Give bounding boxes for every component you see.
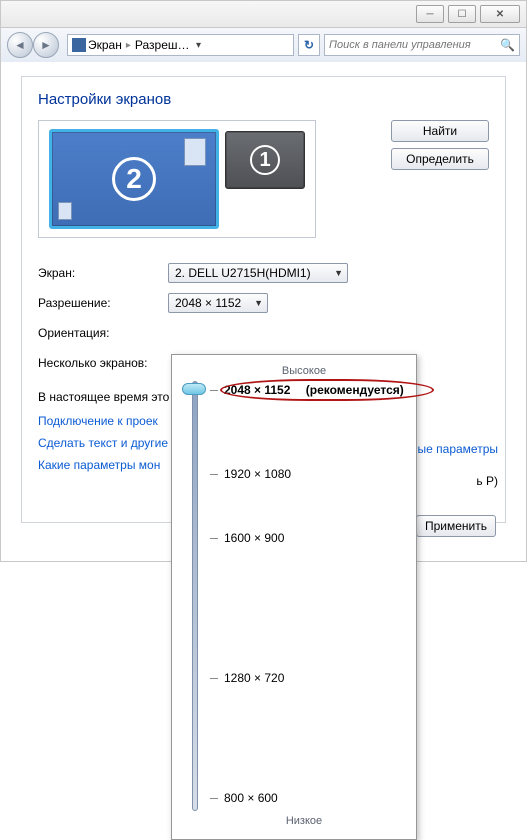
monitor-2[interactable]: 2 — [49, 129, 219, 229]
window-thumbnail-icon — [184, 138, 206, 166]
monitor-number: 2 — [112, 157, 156, 201]
display-combo[interactable]: 2. DELL U2715H(HDMI1) ▼ — [168, 263, 348, 283]
refresh-icon: ↻ — [304, 38, 314, 52]
window-titlebar: ─ ☐ ✕ — [0, 0, 527, 28]
maximize-button[interactable]: ☐ — [448, 5, 476, 23]
display-value: 2. DELL U2715H(HDMI1) — [175, 266, 311, 280]
resolution-option-recommended[interactable]: 2048 × 1152 (рекомендуется) — [210, 383, 404, 397]
window-thumbnail-icon — [58, 202, 72, 220]
slider-top-label: Высокое — [200, 365, 408, 377]
find-button[interactable]: Найти — [391, 120, 489, 142]
breadcrumb-item[interactable]: Экран — [88, 38, 122, 52]
monitor-1[interactable]: 1 — [225, 131, 305, 189]
chevron-down-icon: ▼ — [334, 268, 343, 278]
slider-bottom-label: Низкое — [200, 815, 408, 827]
orientation-label: Ориентация: — [38, 326, 168, 340]
chevron-right-icon: ▸ — [124, 40, 133, 51]
breadcrumb[interactable]: Экран ▸ Разреш… ▾ — [67, 34, 294, 56]
chevron-down-icon: ▼ — [254, 298, 263, 308]
detect-button[interactable]: Определить — [391, 148, 489, 170]
forward-icon: ► — [40, 38, 52, 52]
forward-button[interactable]: ► — [33, 32, 59, 58]
close-button[interactable]: ✕ — [480, 5, 520, 23]
close-icon: ✕ — [496, 9, 504, 20]
resolution-dropdown-popup: Высокое 2048 × 1152 (рекомендуется) 1920… — [171, 354, 417, 840]
minimize-button[interactable]: ─ — [416, 5, 444, 23]
apply-button[interactable]: Применить — [416, 515, 496, 537]
breadcrumb-dropdown[interactable]: ▾ — [192, 40, 206, 51]
search-box[interactable]: 🔍 — [324, 34, 520, 56]
breadcrumb-item[interactable]: Разреш… — [135, 38, 190, 52]
slider-thumb[interactable] — [182, 383, 206, 395]
search-input[interactable] — [329, 39, 500, 51]
refresh-button[interactable]: ↻ — [298, 34, 320, 56]
search-icon: 🔍 — [500, 38, 515, 52]
back-button[interactable]: ◄ — [7, 32, 33, 58]
resolution-option[interactable]: 800 × 600 — [210, 791, 278, 805]
multiple-displays-label: Несколько экранов: — [38, 356, 168, 370]
monitor-number: 1 — [250, 145, 280, 175]
location-icon — [72, 38, 86, 52]
maximize-icon: ☐ — [458, 9, 467, 20]
resolution-slider[interactable] — [180, 381, 210, 811]
resolution-option[interactable]: 1280 × 720 — [210, 671, 284, 685]
resolution-value: 2048 × 1152 — [175, 296, 241, 310]
display-label: Экран: — [38, 266, 168, 280]
window-body: Настройки экранов 2 1 Найти Определить Э… — [0, 62, 527, 562]
text-fragment: ь P) — [476, 474, 498, 488]
monitor-preview[interactable]: 2 1 — [38, 120, 316, 238]
minimize-icon: ─ — [426, 9, 433, 20]
resolution-label: Разрешение: — [38, 296, 168, 310]
resolution-options: 2048 × 1152 (рекомендуется) 1920 × 1080 … — [210, 381, 408, 811]
back-icon: ◄ — [14, 38, 26, 52]
resolution-option[interactable]: 1920 × 1080 — [210, 467, 291, 481]
explorer-toolbar: ◄ ► Экран ▸ Разреш… ▾ ↻ 🔍 — [0, 28, 527, 62]
page-title: Настройки экранов — [38, 91, 489, 108]
resolution-combo[interactable]: 2048 × 1152 ▼ — [168, 293, 268, 313]
slider-track — [192, 381, 198, 811]
resolution-option[interactable]: 1600 × 900 — [210, 531, 284, 545]
